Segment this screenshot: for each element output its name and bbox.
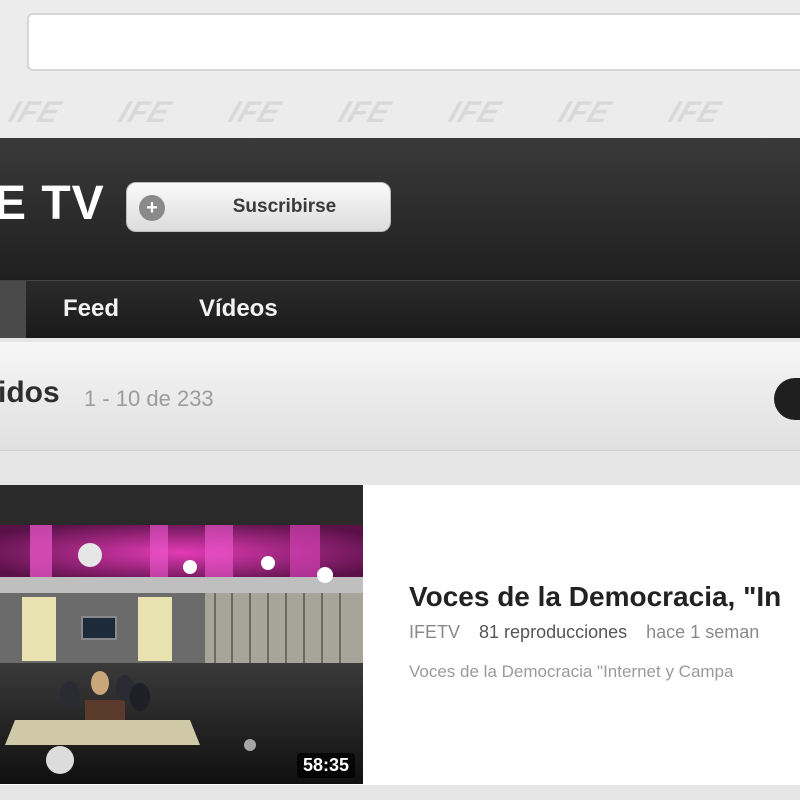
tab-feed[interactable]: Feed [63, 281, 119, 338]
channel-tabs: Feed Vídeos [0, 280, 800, 338]
watermark-logo: IFE [334, 96, 396, 129]
watermark-logo: IFE [4, 96, 66, 129]
search-input[interactable] [27, 13, 800, 71]
watermark-logo: IFE [554, 96, 616, 129]
subscribe-label: Suscribirse [232, 196, 337, 217]
tab-videos[interactable]: Vídeos [199, 281, 278, 338]
video-thumbnail[interactable]: 58:35 [0, 485, 363, 784]
video-title-link[interactable]: Voces de la Democracia, "In [409, 581, 781, 613]
bottom-divider [0, 785, 800, 800]
view-toggle-button[interactable] [774, 378, 800, 420]
watermark-logo: IFE [224, 96, 286, 129]
tab-active-indicator[interactable] [0, 281, 26, 338]
watermark-logo: IFE [444, 96, 506, 129]
video-description: Voces de la Democracia "Internet y Campa [409, 662, 734, 681]
list-title: idos [0, 376, 60, 409]
channel-header: E TV + Suscribirse [0, 138, 800, 280]
video-meta: IFETV 81 reproducciones hace 1 seman [409, 622, 759, 643]
video-duration: 58:35 [296, 753, 355, 778]
list-item: 58:35 Voces de la Democracia, "In IFETV … [0, 485, 800, 785]
video-views: 81 reproducciones [479, 622, 628, 642]
top-banner: IFE IFE IFE IFE IFE IFE IFE [0, 0, 800, 138]
studio-scene-image [0, 485, 363, 784]
plus-icon: + [139, 195, 165, 221]
watermark-logo: IFE [114, 96, 176, 129]
video-channel-link[interactable]: IFETV [409, 622, 460, 642]
video-age: hace 1 seman [646, 622, 760, 642]
subscribe-button[interactable]: + Suscribirse [126, 182, 391, 232]
watermark-logo: IFE [664, 96, 726, 129]
list-count: 1 - 10 de 233 [84, 386, 214, 411]
videos-list-header: idos 1 - 10 de 233 [0, 342, 800, 451]
channel-name: E TV [0, 177, 105, 230]
watermark-pattern: IFE IFE IFE IFE IFE IFE IFE [0, 96, 800, 138]
